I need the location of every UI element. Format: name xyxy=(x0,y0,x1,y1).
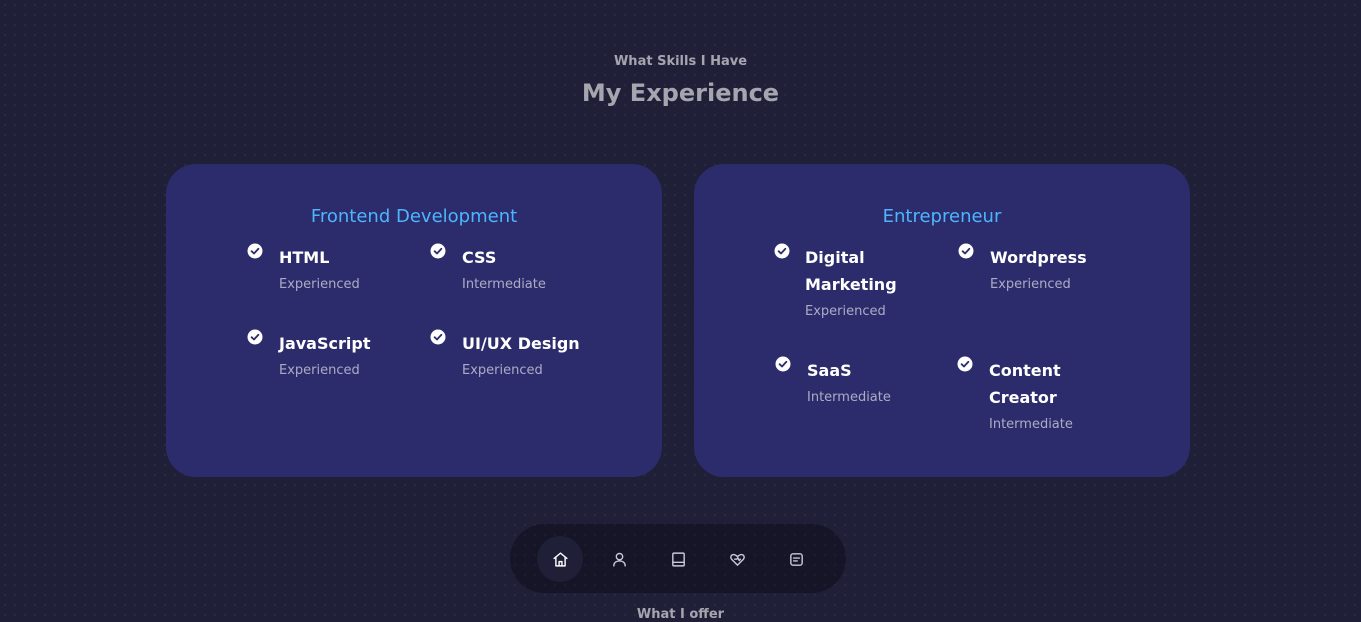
skill-level: Experienced xyxy=(279,363,360,378)
frontend-card: Frontend Development HTML Experienced CS… xyxy=(166,164,662,477)
nav-home-button[interactable] xyxy=(537,536,583,582)
verified-check-icon xyxy=(247,329,263,345)
verified-check-icon xyxy=(430,243,446,259)
section-title: My Experience xyxy=(581,79,780,107)
nav-services-button[interactable] xyxy=(714,536,760,582)
nav-about-button[interactable] xyxy=(596,536,642,582)
skill-name: Content Creator Intermediate xyxy=(989,357,1079,439)
skill-name: Wordpress Experienced xyxy=(990,244,1110,299)
skill-level: Experienced xyxy=(990,277,1071,292)
skill-level: Experienced xyxy=(462,363,543,378)
nav-contact-button[interactable] xyxy=(773,536,819,582)
verified-check-icon xyxy=(430,329,446,345)
floating-nav-bar xyxy=(510,524,846,593)
skill-name: UI/UX Design Experienced xyxy=(462,330,592,385)
verified-check-icon xyxy=(774,243,790,259)
skill-level: Intermediate xyxy=(807,390,891,405)
verified-check-icon xyxy=(247,243,263,259)
nav-experience-button[interactable] xyxy=(655,536,701,582)
skill-name: JavaScript Experienced xyxy=(279,330,399,385)
skill-level: Experienced xyxy=(805,304,886,319)
skill-name: HTML Experienced xyxy=(279,244,399,299)
section-subtitle: What Skills I Have xyxy=(613,54,748,69)
services-icon xyxy=(729,553,745,566)
entrepreneur-card: Entrepreneur Digital Marketing Experienc… xyxy=(694,164,1190,477)
book-icon xyxy=(671,551,685,567)
frontend-card-title: Frontend Development xyxy=(310,206,518,227)
user-icon xyxy=(612,552,626,567)
message-icon xyxy=(789,552,803,566)
verified-check-icon xyxy=(957,356,973,372)
verified-check-icon xyxy=(775,356,791,372)
skill-level: Experienced xyxy=(279,277,360,292)
skill-name: SaaS Intermediate xyxy=(807,357,927,412)
next-section-subtitle: What I offer xyxy=(636,607,725,622)
skill-name: Digital Marketing Experienced xyxy=(805,244,900,326)
skill-name: CSS Intermediate xyxy=(462,244,582,299)
skill-level: Intermediate xyxy=(462,277,546,292)
skill-level: Intermediate xyxy=(989,417,1073,432)
entrepreneur-card-title: Entrepreneur xyxy=(882,206,1002,227)
home-icon xyxy=(552,551,568,567)
verified-check-icon xyxy=(958,243,974,259)
